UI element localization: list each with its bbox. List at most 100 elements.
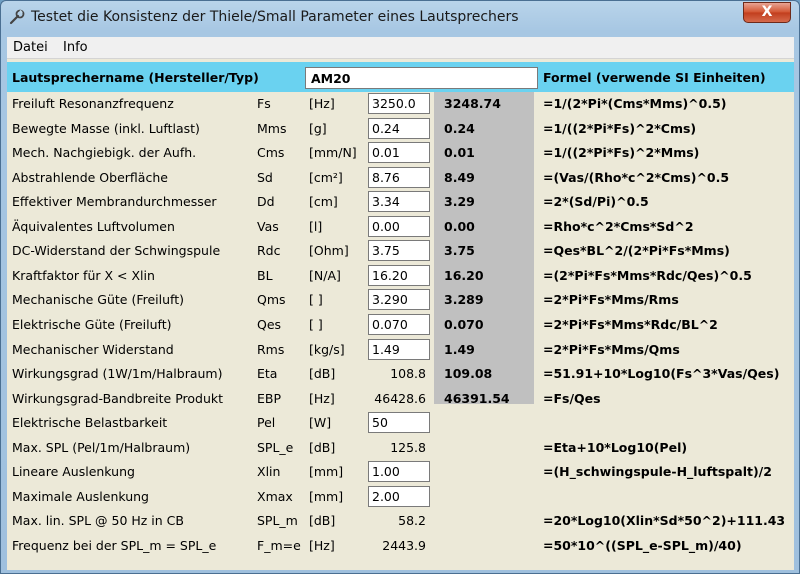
parameter-unit: [ ] xyxy=(309,316,323,332)
formula-text: =50*10^((SPL_e-SPL_m)/40) xyxy=(543,537,742,553)
parameter-unit: [g] xyxy=(309,120,327,136)
parameter-row: Kraftfaktor für X < Xlin BL [N/A] 16.20 16.2… xyxy=(7,264,794,289)
formula-text: =2*(Sd/Pi)^0.5 xyxy=(543,194,649,210)
formula-text: =1/(2*Pi*(Cms*Mms)^0.5) xyxy=(543,96,727,111)
parameter-name: Wirkungsgrad (1W/1m/Halbraum) xyxy=(12,366,223,382)
formula-header: Formel (verwende SI Einheiten) xyxy=(543,70,766,85)
parameter-value-readonly: 58.2 xyxy=(398,513,426,529)
parameter-value-readonly: 125.8 xyxy=(390,439,426,455)
parameter-name: Elektrische Güte (Freiluft) xyxy=(12,316,172,332)
parameter-unit: [dB] xyxy=(309,439,336,455)
parameter-symbol: Rms xyxy=(257,341,285,357)
calculated-value: 3.29 xyxy=(444,194,475,210)
calculated-value: 0.01 xyxy=(444,145,475,161)
parameter-row: Max. lin. SPL @ 50 Hz in CB SPL_m [dB] 58.2… xyxy=(7,509,794,534)
parameter-value-input[interactable]: 0.01 xyxy=(368,142,430,164)
parameter-unit: [Ohm] xyxy=(309,243,349,259)
parameter-row: Elektrische Belastbarkeit Pel [W] 50 xyxy=(7,411,794,436)
formula-text: =2*Pi*Fs*Mms*Rdc/BL^2 xyxy=(543,316,718,332)
formula-text: =Eta+10*Log10(Pel) xyxy=(543,439,688,455)
parameter-value-input[interactable]: 3.75 xyxy=(368,240,430,262)
parameter-value-input[interactable]: 50 xyxy=(368,412,430,434)
parameter-row: Maximale Auslenkung Xmax [mm] 2.00 xyxy=(7,485,794,510)
parameter-name: Kraftfaktor für X < Xlin xyxy=(12,267,155,283)
parameter-name: Freiluft Resonanzfrequenz xyxy=(12,96,174,111)
parameter-symbol: Xlin xyxy=(257,464,281,480)
parameter-value-readonly: 108.8 xyxy=(390,366,426,382)
parameter-name: Abstrahlende Oberfläche xyxy=(12,169,168,185)
formula-text: =Qes*BL^2/(2*Pi*Fs*Mms) xyxy=(543,243,730,259)
parameter-value-input[interactable]: 0.070 xyxy=(368,313,430,335)
calculated-value: 3248.74 xyxy=(444,96,501,111)
parameter-unit: [mm] xyxy=(309,464,344,480)
parameter-name: Mechanische Güte (Freiluft) xyxy=(12,292,185,308)
parameter-symbol: Fs xyxy=(257,96,271,111)
parameter-name: Äquivalentes Luftvolumen xyxy=(12,218,175,234)
parameter-name: Frequenz bei der SPL_m = SPL_e xyxy=(12,537,217,553)
parameter-value-input[interactable]: 16.20 xyxy=(368,264,430,286)
app-window: Testet die Konsistenz der Thiele/Small P… xyxy=(0,0,800,574)
title-bar[interactable]: Testet die Konsistenz der Thiele/Small P… xyxy=(1,1,799,33)
parameter-row: Effektiver Membrandurchmesser Dd [cm] 3.34 3… xyxy=(7,190,794,215)
parameter-value-input[interactable]: 3.34 xyxy=(368,191,430,213)
parameter-unit: [cm²] xyxy=(309,169,343,185)
parameter-name: Effektiver Membrandurchmesser xyxy=(12,194,217,210)
formula-text: =Fs/Qes xyxy=(543,390,601,406)
menu-info[interactable]: Info xyxy=(63,40,88,55)
parameter-name: Max. lin. SPL @ 50 Hz in CB xyxy=(12,513,184,529)
parameter-name: Maximale Auslenkung xyxy=(12,488,149,504)
parameter-name: Mech. Nachgiebigk. der Aufh. xyxy=(12,145,197,161)
parameter-unit: [dB] xyxy=(309,513,336,529)
parameter-symbol: Pel xyxy=(257,415,276,431)
speaker-name-input[interactable]: AM20 xyxy=(305,67,538,89)
parameter-row: Lineare Auslenkung Xlin [mm] 1.00 =(H_schwin… xyxy=(7,460,794,485)
parameter-value-input[interactable]: 0.00 xyxy=(368,215,430,237)
parameter-symbol: F_m=e xyxy=(257,537,301,553)
parameter-unit: [W] xyxy=(309,415,332,431)
calculated-value: 1.49 xyxy=(444,341,475,357)
parameter-symbol: SPL_e xyxy=(257,439,294,455)
parameter-value-input[interactable]: 3250.0 xyxy=(368,93,430,114)
close-button[interactable]: X xyxy=(743,2,791,23)
parameter-symbol: Eta xyxy=(257,366,278,382)
parameter-symbol: EBP xyxy=(257,390,282,406)
calculated-value: 0.070 xyxy=(444,316,484,332)
parameter-row: Mechanischer Widerstand Rms [kg/s] 1.49 1.49… xyxy=(7,338,794,363)
parameter-value-input[interactable]: 1.49 xyxy=(368,338,430,360)
formula-text: =20*Log10(Xlin*Sd*50^2)+111.43 xyxy=(543,513,786,529)
formula-text: =Rho*c^2*Cms*Sd^2 xyxy=(543,218,694,234)
parameter-symbol: Cms xyxy=(257,145,285,161)
parameter-row: Wirkungsgrad (1W/1m/Halbraum) Eta [dB] 108.… xyxy=(7,362,794,387)
calculated-value: 8.49 xyxy=(444,169,475,185)
parameter-symbol: Vas xyxy=(257,218,279,234)
parameter-symbol: Rdc xyxy=(257,243,281,259)
parameter-row: Wirkungsgrad-Bandbreite Produkt EBP [Hz] 46… xyxy=(7,387,794,412)
parameter-unit: [kg/s] xyxy=(309,341,345,357)
parameter-value-input[interactable]: 3.290 xyxy=(368,289,430,311)
parameter-name: Bewegte Masse (inkl. Luftlast) xyxy=(12,120,200,136)
calculated-value: 46391.54 xyxy=(444,390,510,406)
parameter-value-input[interactable]: 2.00 xyxy=(368,485,430,507)
formula-text: =(H_schwingspule-H_luftspalt)/2 xyxy=(543,464,772,480)
calculated-value: 3.75 xyxy=(444,243,475,259)
formula-text: =2*Pi*Fs*Mms/Qms xyxy=(543,341,680,357)
parameter-row: Bewegte Masse (inkl. Luftlast) Mms [g] 0.24… xyxy=(7,117,794,142)
parameter-unit: [ ] xyxy=(309,292,323,308)
parameter-symbol: Sd xyxy=(257,169,273,185)
parameter-name: Elektrische Belastbarkeit xyxy=(12,415,168,431)
parameter-row: Max. SPL (Pel/1m/Halbraum) SPL_e [dB] 125.8… xyxy=(7,436,794,461)
wrench-icon xyxy=(9,9,25,25)
parameter-name: Max. SPL (Pel/1m/Halbraum) xyxy=(12,439,191,455)
formula-text: =51.91+10*Log10(Fs^3*Vas/Qes) xyxy=(543,366,780,382)
parameter-unit: [mm] xyxy=(309,488,344,504)
calculated-value: 0.00 xyxy=(444,218,475,234)
menu-datei[interactable]: Datei xyxy=(13,40,48,55)
parameter-symbol: Xmax xyxy=(257,488,293,504)
parameter-name: Lineare Auslenkung xyxy=(12,464,135,480)
parameter-name: Wirkungsgrad-Bandbreite Produkt xyxy=(12,390,224,406)
parameter-value-input[interactable]: 1.00 xyxy=(368,461,430,483)
window-title: Testet die Konsistenz der Thiele/Small P… xyxy=(31,9,519,25)
parameter-value-input[interactable]: 0.24 xyxy=(368,117,430,139)
parameter-unit: [Hz] xyxy=(309,390,335,406)
parameter-value-input[interactable]: 8.76 xyxy=(368,166,430,188)
